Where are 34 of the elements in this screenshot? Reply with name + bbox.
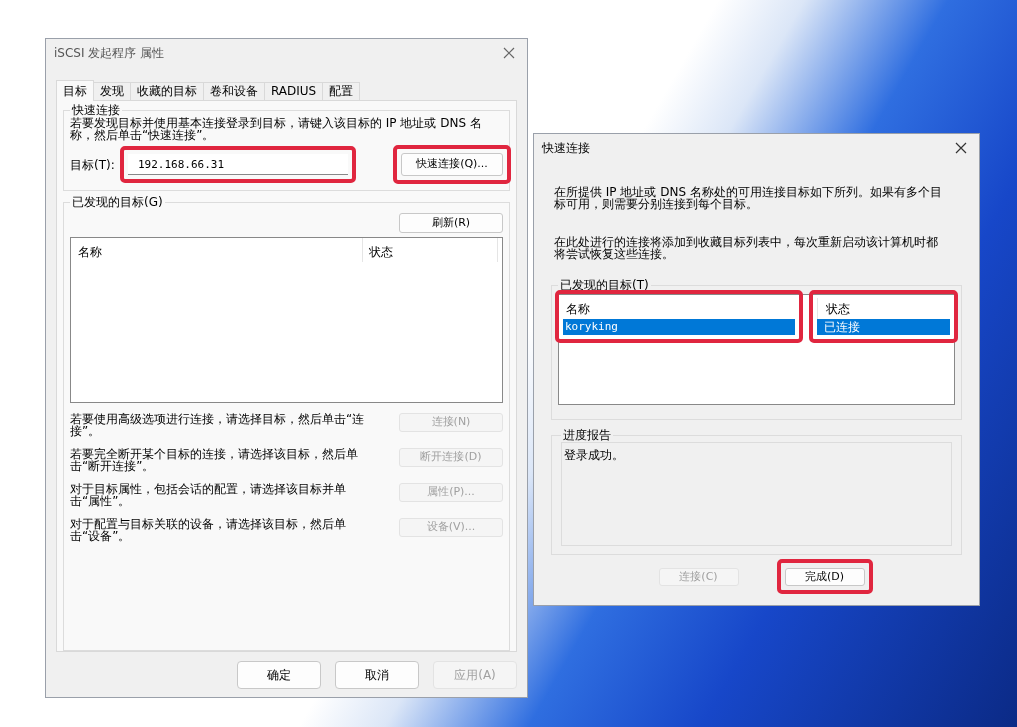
instruction-text: 对于配置与目标关联的设备，请选择该目标，然后单击“设备”。 [70,518,347,542]
tab[interactable]: 发现 [93,82,131,100]
instruction-text: 若要使用高级选项进行连接，请选择目标，然后单击“连接”。 [70,413,366,437]
dialog-button[interactable]: 完成(D) [784,568,865,586]
close-icon[interactable] [955,142,967,154]
tab[interactable]: 卷和设备 [203,82,265,100]
instruction-text: 若要完全断开某个目标的连接，请选择该目标，然后单击“断开连接”。 [70,448,359,472]
close-icon[interactable] [503,47,515,59]
table-cell[interactable]: koryking [563,319,795,335]
tab[interactable]: 配置 [322,82,361,100]
tab[interactable]: 收藏的目标 [130,82,204,100]
dialog-button[interactable]: 取消 [335,661,419,689]
description-text: 在此处进行的连接将添加到收藏目标列表中，每次重新启动该计算机时都将尝试恢复这些连接。 [554,236,939,260]
column-header[interactable]: 状态 [363,238,498,262]
tab[interactable]: 目标 [56,80,94,101]
group-label: 已发现的目标(T) [559,278,650,292]
window-title: 快速连接 [542,140,590,157]
instruction-text: 对于目标属性，包括会话的配置，请选择该目标并单击“属性”。 [70,483,347,507]
description-text: 在所提供 IP 地址或 DNS 名称处的可用连接目标如下所列。如果有多个目标可用，则需要分别连接到每个目标。 [554,186,943,210]
refresh-button[interactable]: 刷新(R) [399,213,503,233]
targets-list[interactable]: 名称 状态 [70,237,503,403]
group-label: 进度报告 [562,428,612,442]
group-label: 已发现的目标(G) [71,195,164,209]
column-header[interactable]: 名称 [563,298,795,319]
description-text: 若要发现目标并使用基本连接登录到目标，请键入该目标的 IP 地址或 DNS 名称，然后单击“快速连接”。 [70,117,483,141]
target-input-field[interactable]: 192.168.66.31 [128,154,348,175]
progress-report-text: 登录成功。 [561,442,952,546]
field-label: 目标(T): [70,156,116,174]
column-header[interactable]: 名称 [71,238,363,262]
quick-connect-button[interactable]: 快速连接(Q)... [401,153,503,176]
group-label: 快速连接 [71,103,121,117]
table-cell[interactable]: 已连接 [817,319,950,335]
dialog-button[interactable]: 确定 [237,661,321,689]
window-title: iSCSI 发起程序 属性 [54,45,165,62]
